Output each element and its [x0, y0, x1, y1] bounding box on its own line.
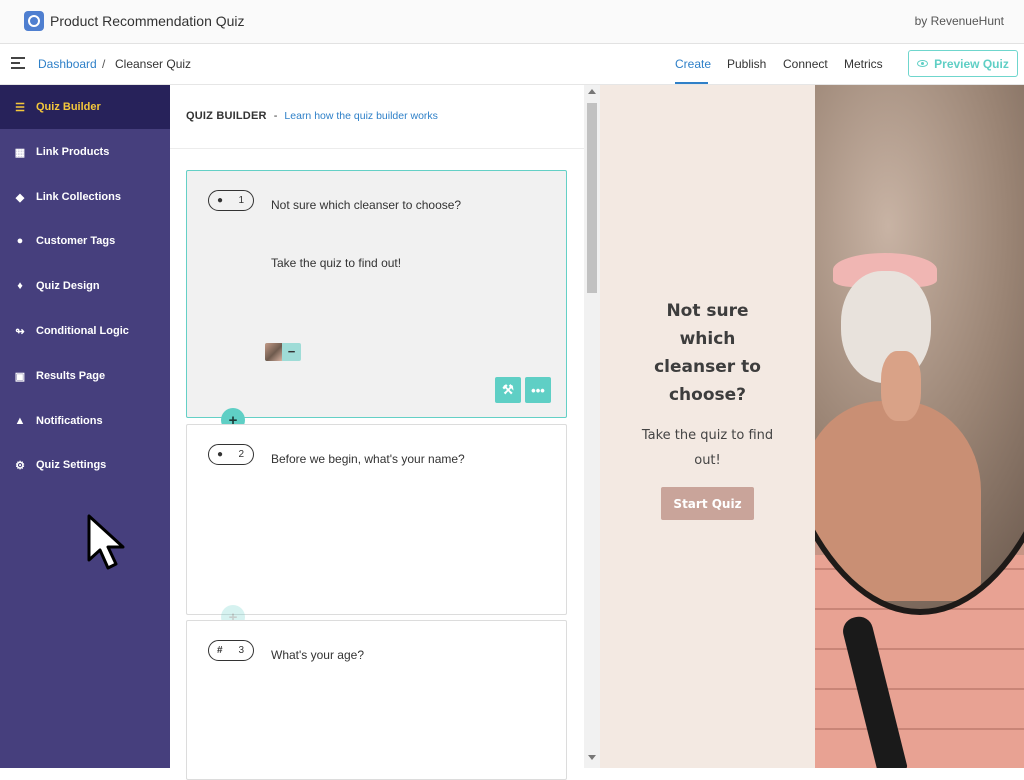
preview-quiz-label: Preview Quiz — [934, 56, 1009, 71]
sidebar-item-quiz-builder[interactable]: ☰ Quiz Builder — [0, 85, 170, 129]
sidebar-item-quiz-settings[interactable]: ⚙ Quiz Settings — [0, 443, 170, 487]
user-icon: ● — [16, 235, 24, 247]
sidebar-item-label: Results Page — [36, 370, 106, 382]
breadcrumb-dashboard-link[interactable]: Dashboard — [38, 57, 97, 71]
question-image-thumbnail[interactable]: − — [265, 343, 301, 361]
preview-hero-image — [815, 85, 1024, 768]
sidebar-item-customer-tags[interactable]: ● Customer Tags — [0, 219, 170, 263]
question-number: 1 — [238, 195, 244, 206]
start-quiz-button[interactable]: Start Quiz — [661, 487, 754, 520]
quiz-builder-panel: QUIZ BUILDER - Learn how the quiz builde… — [170, 85, 584, 780]
question-title: Before we begin, what's your name? — [271, 452, 465, 466]
question-number: 2 — [238, 449, 244, 460]
sidebar-item-label: Link Products — [36, 146, 110, 158]
sidebar-item-link-collections[interactable]: ◆ Link Collections — [0, 175, 170, 219]
question-title: What's your age? — [271, 648, 365, 662]
by-brand-label: by RevenueHunt — [914, 14, 1004, 28]
tab-create[interactable]: Create — [675, 57, 711, 71]
help-link[interactable]: Learn how the quiz builder works — [284, 110, 438, 122]
preview-content: Not sure which cleanser to choose? Take … — [600, 85, 815, 768]
sidebar: ☰ Quiz Builder ▦ Link Products ◆ Link Co… — [0, 85, 170, 768]
sidebar-item-notifications[interactable]: ▲ Notifications — [0, 399, 170, 443]
wrench-icon[interactable]: ⚒ — [495, 377, 521, 403]
scroll-up-arrow-icon[interactable] — [588, 89, 596, 94]
divider — [170, 148, 584, 149]
sidebar-item-link-products[interactable]: ▦ Link Products — [0, 130, 170, 174]
mouse-cursor-icon — [87, 514, 125, 570]
eye-icon — [917, 60, 929, 67]
question-badge: # 3 — [208, 640, 254, 661]
tab-publish[interactable]: Publish — [727, 57, 766, 71]
question-title: Not sure which cleanser to choose? — [271, 198, 462, 212]
sidebar-item-label: Quiz Builder — [36, 101, 101, 113]
hand-shape — [881, 351, 921, 421]
sidebar-item-results-page[interactable]: ▣ Results Page — [0, 354, 170, 398]
sidebar-item-label: Customer Tags — [36, 235, 116, 247]
tag-icon: ◆ — [15, 191, 25, 204]
remove-image-icon[interactable]: − — [282, 343, 301, 361]
gear-icon: ⚙ — [15, 459, 25, 472]
question-badge: ● 2 — [208, 444, 254, 465]
scrollbar-thumb[interactable] — [587, 103, 597, 293]
tab-metrics[interactable]: Metrics — [844, 57, 883, 71]
mirror-reflection — [815, 85, 1024, 615]
top-nav: Dashboard / Cleanser Quiz Create Publish… — [0, 44, 1024, 85]
list-icon: ☰ — [15, 101, 25, 114]
app-title: Product Recommendation Quiz — [50, 13, 245, 29]
speech-bubble-icon: ● — [217, 195, 224, 206]
builder-heading: QUIZ BUILDER - Learn how the quiz builde… — [186, 110, 438, 122]
shoulder-shape — [815, 401, 981, 601]
user-icon: ● — [217, 449, 224, 460]
builder-dash: - — [273, 110, 278, 122]
sidebar-item-label: Notifications — [36, 415, 103, 427]
revenuehunt-logo-icon — [24, 11, 44, 31]
sidebar-item-label: Link Collections — [36, 191, 121, 203]
sidebar-item-conditional-logic[interactable]: ↬ Conditional Logic — [0, 309, 170, 353]
cart-icon: ▣ — [14, 370, 26, 383]
question-card-2[interactable]: ● 2 Before we begin, what's your name? — [186, 424, 567, 615]
preview-quiz-button[interactable]: Preview Quiz — [908, 50, 1018, 77]
branch-icon: ↬ — [15, 325, 25, 338]
active-tab-indicator — [675, 82, 708, 84]
menu-toggle-icon[interactable] — [11, 57, 25, 69]
breadcrumb-separator: / — [102, 57, 106, 71]
sidebar-item-label: Quiz Settings — [36, 459, 107, 471]
thumbnail-image — [265, 343, 282, 361]
quiz-preview-pane: Not sure which cleanser to choose? Take … — [600, 85, 1024, 768]
gift-icon: ▦ — [14, 146, 26, 159]
scroll-down-arrow-icon[interactable] — [588, 755, 596, 760]
sidebar-item-label: Quiz Design — [36, 280, 100, 292]
sidebar-item-quiz-design[interactable]: ♦ Quiz Design — [0, 264, 170, 308]
question-badge: ● 1 — [208, 190, 254, 211]
question-card-3[interactable]: # 3 What's your age? — [186, 620, 567, 780]
hash-icon: # — [217, 645, 223, 656]
preview-subtitle: Take the quiz to find out! — [641, 428, 774, 468]
sidebar-item-label: Conditional Logic — [36, 325, 129, 337]
breadcrumb-current: Cleanser Quiz — [115, 57, 192, 71]
bell-icon: ▲ — [14, 415, 26, 427]
preview-title: Not sure which cleanser to choose? — [654, 301, 761, 405]
question-subtitle: Take the quiz to find out! — [271, 256, 402, 270]
more-dots-icon[interactable]: ••• — [525, 377, 551, 403]
question-card-1[interactable]: ● 1 Not sure which cleanser to choose? T… — [186, 170, 567, 418]
builder-scrollbar[interactable] — [584, 85, 600, 768]
app-header: Product Recommendation Quiz by RevenueHu… — [0, 0, 1024, 44]
builder-title: QUIZ BUILDER — [186, 110, 267, 122]
drop-icon: ♦ — [17, 280, 23, 292]
tab-connect[interactable]: Connect — [783, 57, 828, 71]
question-number: 3 — [238, 645, 244, 656]
